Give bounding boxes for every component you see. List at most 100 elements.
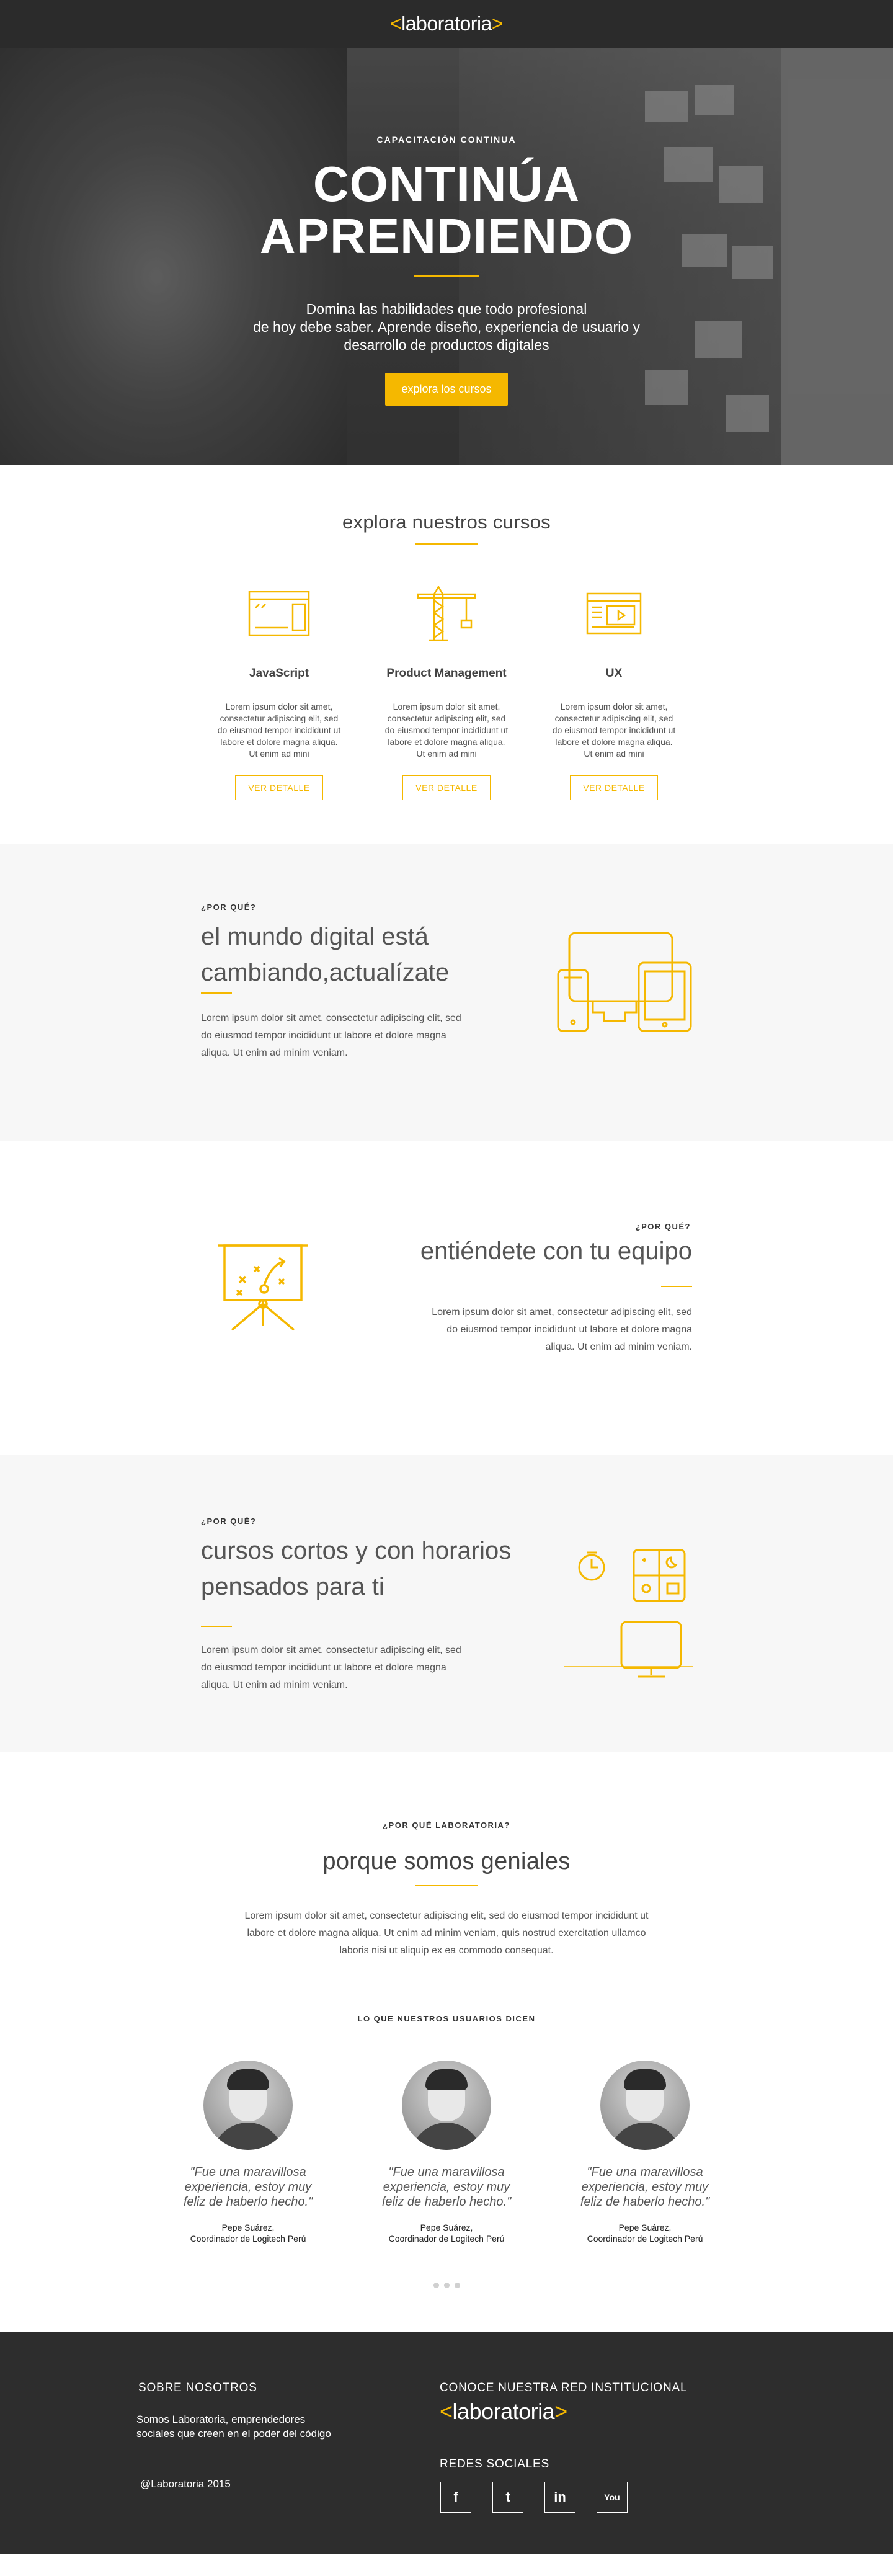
testimonial-card: "Fue una maravillosa experiencia, estoy …	[378, 2061, 515, 2244]
hero-subtitle-line: desarrollo de productos digitales	[344, 337, 549, 353]
course-name: UX	[605, 667, 623, 680]
hero: CAPACITACIÓN CONTINUA CONTINÚA APRENDIEN…	[0, 48, 893, 465]
why-text: Lorem ipsum dolor sit amet, consectetur …	[205, 1907, 688, 1959]
hero-title-line: CONTINÚA	[313, 156, 580, 212]
footer: SOBRE NOSOTROS Somos Laboratoria, empren…	[0, 2332, 893, 2554]
courses-divider	[415, 543, 478, 545]
course-detail-button[interactable]: VER DETALLE	[402, 775, 491, 800]
feature-text: Lorem ipsum dolor sit amet, consectetur …	[201, 1642, 461, 1694]
footer-social-title: REDES SOCIALES	[440, 2458, 549, 2471]
course-detail-button[interactable]: VER DETALLE	[570, 775, 658, 800]
feature-text-line: aliqua. Ut enim ad minim veniam.	[201, 1680, 348, 1690]
feature-divider	[661, 1286, 692, 1287]
footer-logo[interactable]: <laboratoria>	[440, 2399, 567, 2425]
courses-section: explora nuestros cursos JavaScript Lorem…	[0, 465, 893, 844]
carousel-dot[interactable]	[454, 2283, 460, 2288]
crane-icon	[383, 586, 510, 641]
course-grid: JavaScript Lorem ipsum dolor sit amet, c…	[0, 586, 893, 800]
author-name: Pepe Suárez,	[618, 2222, 672, 2232]
carousel-dots	[0, 2283, 893, 2288]
course-card-ux: UX Lorem ipsum dolor sit amet, consectet…	[550, 586, 678, 800]
hero-content: CAPACITACIÓN CONTINUA CONTINÚA APRENDIEN…	[0, 135, 893, 406]
carousel-dot[interactable]	[433, 2283, 439, 2288]
logo[interactable]: <laboratoria>	[389, 12, 504, 35]
why-text-line: Lorem ipsum dolor sit amet, consectetur …	[244, 1910, 649, 1921]
footer-about-line: sociales que creen en el poder del códig…	[136, 2428, 331, 2440]
footer-network-title: CONOCE NUESTRA RED INSTITUCIONAL	[440, 2381, 688, 2394]
logo-bracket-right: >	[554, 2399, 567, 2424]
feature-eyebrow: ¿POR QUÉ?	[201, 902, 257, 912]
top-bar: <laboratoria>	[0, 0, 893, 48]
author-name: Pepe Suárez,	[221, 2222, 275, 2232]
avatar	[600, 2061, 690, 2150]
feature-schedule: ¿POR QUÉ? cursos cortos y con horarios p…	[0, 1455, 893, 1752]
feature-title-line: cursos cortos y con horarios	[201, 1537, 512, 1564]
feature-team: ¿POR QUÉ? entiéndete con tu equipo Lorem…	[0, 1141, 893, 1455]
feature-title: cursos cortos y con horarios pensados pa…	[201, 1533, 511, 1605]
feature-divider	[201, 992, 232, 994]
course-card-javascript: JavaScript Lorem ipsum dolor sit amet, c…	[215, 586, 343, 800]
feature-text-line: aliqua. Ut enim ad minim veniam.	[201, 1048, 348, 1058]
feature-text-line: Lorem ipsum dolor sit amet, consectetur …	[432, 1307, 692, 1317]
author-role: Coordinador de Logitech Perú	[587, 2234, 703, 2244]
devices-icon	[556, 930, 693, 1038]
explore-courses-button[interactable]: explora los cursos	[385, 373, 508, 406]
testimonial-quote: "Fue una maravillosa experiencia, estoy …	[183, 2165, 313, 2209]
hero-divider	[414, 275, 479, 277]
logo-bracket-left: <	[440, 2399, 453, 2424]
feature-divider	[201, 1626, 232, 1627]
feature-eyebrow: ¿POR QUÉ?	[635, 1222, 691, 1231]
why-text-line: labore et dolore magna aliqua. Ut enim a…	[247, 1928, 646, 1938]
facebook-icon[interactable]: f	[440, 2482, 471, 2513]
why-text-line: laboris nisi ut aliquip ex ea commodo co…	[339, 1945, 554, 1956]
course-detail-button[interactable]: VER DETALLE	[235, 775, 323, 800]
feature-title-line: cambiando,actualízate	[201, 959, 450, 986]
avatar	[203, 2061, 293, 2150]
footer-about-title: SOBRE NOSOTROS	[138, 2381, 257, 2394]
logo-text: laboratoria	[452, 2399, 555, 2424]
feature-title-line: pensados para ti	[201, 1573, 384, 1600]
schedule-icon	[564, 1541, 695, 1687]
feature-digital-world: ¿POR QUÉ? el mundo digital está cambiand…	[0, 844, 893, 1141]
logo-bracket-right: >	[491, 12, 504, 35]
feature-text: Lorem ipsum dolor sit amet, consectetur …	[201, 1010, 461, 1062]
feature-text: Lorem ipsum dolor sit amet, consectetur …	[432, 1304, 692, 1356]
course-card-product-management: Product Management Lorem ipsum dolor sit…	[383, 586, 510, 800]
feature-title: el mundo digital está cambiando,actualíz…	[201, 919, 449, 991]
testimonial-card: "Fue una maravillosa experiencia, estoy …	[577, 2061, 713, 2244]
testimonial-quote: "Fue una maravillosa experiencia, estoy …	[381, 2165, 512, 2209]
footer-copyright: @Laboratoria 2015	[140, 2478, 231, 2490]
hero-subtitle: Domina las habilidades que todo profesio…	[236, 300, 657, 354]
testimonials-heading: LO QUE NUESTROS USUARIOS DICEN	[357, 2014, 536, 2023]
author-role: Coordinador de Logitech Perú	[388, 2234, 505, 2244]
carousel-dot[interactable]	[443, 2283, 450, 2288]
twitter-icon[interactable]: t	[492, 2482, 523, 2513]
feature-text-line: do eiusmod tempor incididunt ut labore e…	[446, 1324, 692, 1335]
course-description: Lorem ipsum dolor sit amet, consectetur …	[384, 702, 509, 759]
linkedin-icon[interactable]: in	[544, 2482, 575, 2513]
course-name: Product Management	[386, 667, 507, 680]
avatar	[402, 2061, 491, 2150]
testimonial-author: Pepe Suárez, Coordinador de Logitech Per…	[180, 2222, 316, 2244]
logo-text: laboratoria	[401, 12, 492, 35]
why-section: ¿POR QUÉ LABORATORIA? porque somos genia…	[0, 1752, 893, 2332]
course-description: Lorem ipsum dolor sit amet, consectetur …	[217, 702, 341, 759]
course-description: Lorem ipsum dolor sit amet, consectetur …	[552, 702, 676, 759]
logo-bracket-left: <	[389, 12, 402, 35]
author-name: Pepe Suárez,	[420, 2222, 473, 2232]
why-eyebrow: ¿POR QUÉ LABORATORIA?	[383, 1821, 510, 1830]
feature-text-line: Lorem ipsum dolor sit amet, consectetur …	[201, 1013, 461, 1023]
feature-text-line: do eiusmod tempor incididunt ut labore e…	[201, 1662, 446, 1673]
courses-title: explora nuestros cursos	[342, 511, 551, 533]
youtube-icon[interactable]: You	[597, 2482, 628, 2513]
social-links: f t in You	[440, 2482, 628, 2513]
course-name: JavaScript	[249, 667, 309, 680]
strategy-board-icon	[215, 1239, 311, 1335]
testimonial-author: Pepe Suárez, Coordinador de Logitech Per…	[378, 2222, 515, 2244]
testimonial-author: Pepe Suárez, Coordinador de Logitech Per…	[577, 2222, 713, 2244]
why-title: porque somos geniales	[322, 1848, 571, 1874]
feature-title-line: el mundo digital está	[201, 923, 429, 950]
feature-text-line: aliqua. Ut enim ad minim veniam.	[545, 1342, 692, 1352]
code-window-icon	[215, 586, 343, 641]
testimonial-card: "Fue una maravillosa experiencia, estoy …	[180, 2061, 316, 2244]
